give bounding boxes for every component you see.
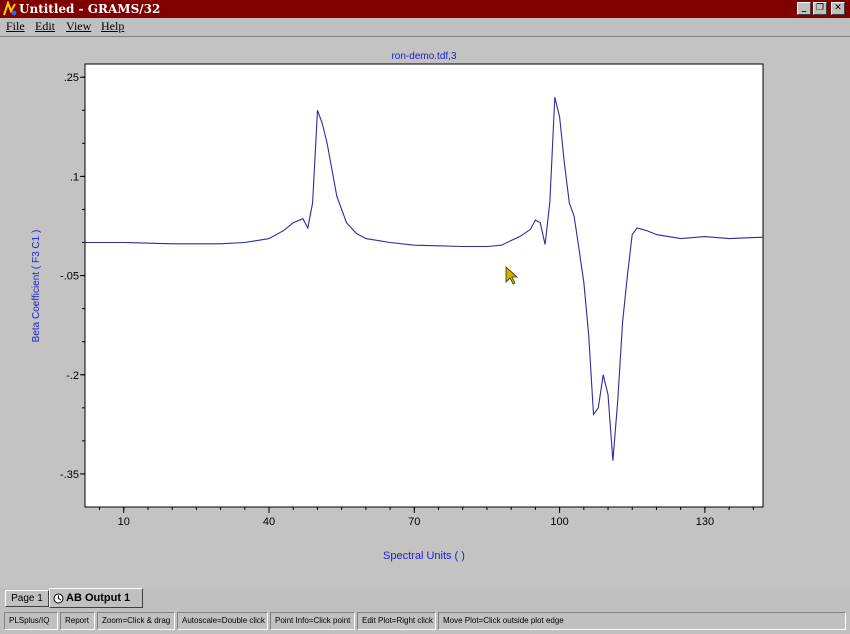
tab-ab-output-1-label: AB Output 1 [66,592,131,604]
app-icon [2,1,18,17]
status-point-info-hint: Point Info=Click point [270,612,355,630]
chart-title: ron-demo.tdf,3 [391,51,456,62]
title-bar[interactable]: Untitled - GRAMS/32 _ ❐ ✕ [0,0,850,18]
menu-view[interactable]: View [66,19,91,33]
y-axis: .25 .1 -.05 -.2 -.35 [60,72,85,481]
status-bar: PLSplus/IQ Report Zoom=Click & drag Auto… [0,609,850,634]
y-tick-label: .1 [70,171,79,183]
y-tick-label: -.2 [66,370,79,382]
menu-file[interactable]: File [6,19,25,33]
menu-file-label: File [6,19,25,33]
status-move-plot-hint: Move Plot=Click outside plot edge [438,612,846,630]
x-tick-label: 130 [696,516,714,528]
y-tick-label: .25 [64,72,79,84]
y-tick-label: -.05 [60,271,79,283]
menu-edit-label: Edit [35,19,55,33]
y-axis-label: Beta Coefficient ( F3 C1 ) [31,230,42,343]
status-autoscale-hint: Autoscale=Double click [177,612,268,630]
x-tick-label: 70 [408,516,420,528]
tab-page-1[interactable]: Page 1 [5,590,49,607]
menu-help[interactable]: Help [101,19,124,33]
plot-area[interactable] [84,63,764,508]
x-tick-label: 40 [263,516,275,528]
grams-window: Untitled - GRAMS/32 _ ❐ ✕ File Edit View… [0,0,850,634]
spectrum-chart[interactable]: ron-demo.tdf,3 .25.1-.05-.2-.35 10 40 70 10… [0,36,850,588]
menu-help-label: Help [101,19,125,33]
x-tick-label: 10 [118,516,130,528]
minimize-button[interactable]: _ [797,2,811,15]
menu-edit[interactable]: Edit [35,19,55,33]
status-edit-plot-hint: Edit Plot=Right click [357,612,436,630]
close-button[interactable]: ✕ [831,2,845,15]
status-report[interactable]: Report [60,612,95,630]
status-zoom-hint: Zoom=Click & drag [97,612,175,630]
clock-icon [53,593,64,604]
x-axis-label: Spectral Units ( ) [383,550,465,562]
y-tick-label: -.35 [60,469,79,481]
window-title: Untitled - GRAMS/32 [19,2,161,16]
page-tab-bar: Page 1 AB Output 1 [0,588,850,609]
status-plsplus[interactable]: PLSplus/IQ [4,612,58,630]
x-tick-label: 100 [550,516,568,528]
x-axis: 10 40 70 100 130 [99,507,754,528]
restore-button[interactable]: ❐ [813,2,827,15]
tab-ab-output-1[interactable]: AB Output 1 [49,588,143,608]
menu-view-label: View [66,19,92,33]
menu-bar: File Edit View Help [0,18,850,36]
